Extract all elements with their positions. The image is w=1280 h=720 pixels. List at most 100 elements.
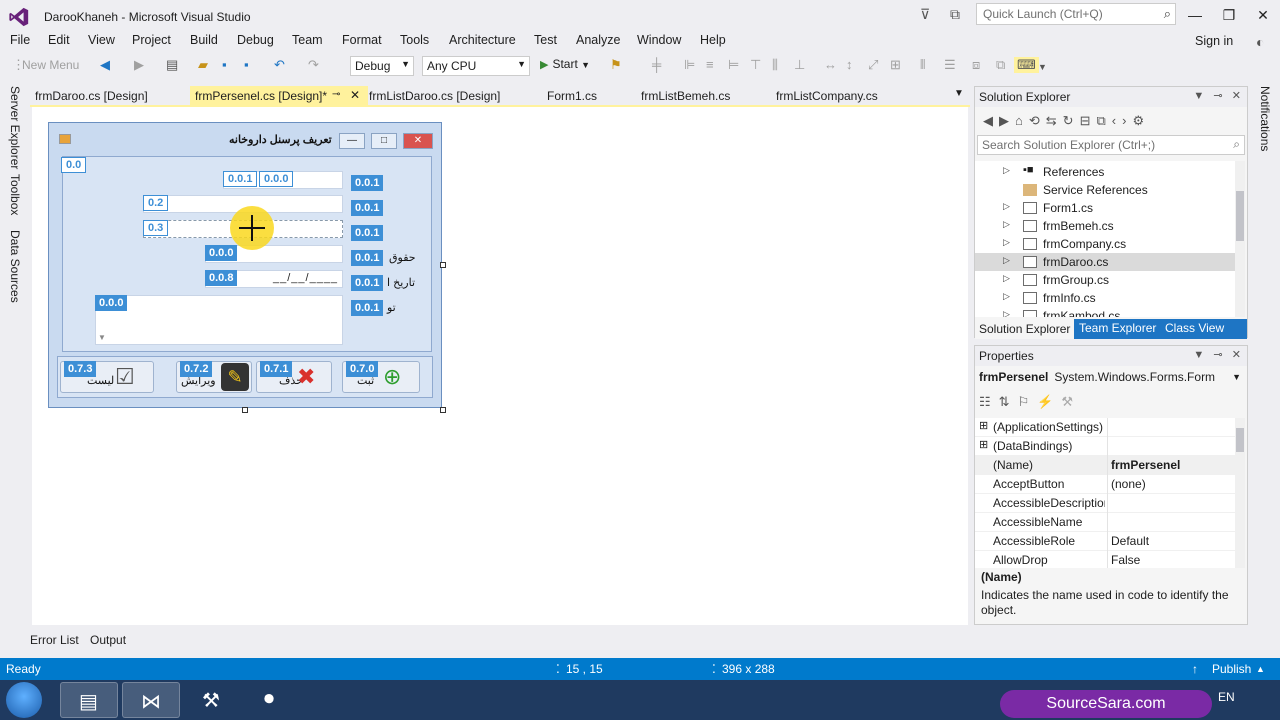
center-horizontally-icon[interactable]: ⧈ [972, 57, 980, 73]
expand-arrow-icon[interactable]: ▷ [1003, 201, 1010, 212]
tab-order-badge[interactable]: 0.0.0 [205, 245, 238, 261]
menu-format[interactable]: Format [342, 33, 382, 47]
tab-team-explorer[interactable]: Team Explorer [1075, 321, 1160, 335]
expand-arrow-icon[interactable]: ▷ [1003, 165, 1010, 176]
tab-order-badge[interactable]: 0.0.0 [95, 295, 128, 311]
tools-taskbar-button[interactable]: ⚒ [184, 682, 242, 718]
minimize-button[interactable]: — [1180, 4, 1210, 26]
tree-item-frmdaroo[interactable]: ▷ frmDaroo.cs [975, 253, 1237, 271]
expand-arrow-icon[interactable]: ▷ [1003, 255, 1010, 266]
start-debugging-button[interactable]: ▶ Start ▼ [540, 57, 590, 71]
new-project-icon[interactable]: ▤ [166, 57, 178, 73]
menu-debug[interactable]: Debug [237, 33, 274, 47]
center-vertically-icon[interactable]: ⧉ [996, 57, 1005, 73]
tab-order-badge[interactable]: 0.0.1 [351, 200, 384, 216]
property-grid-scrollbar[interactable] [1235, 418, 1245, 568]
scroll-down-icon[interactable]: ▼ [98, 333, 106, 342]
expand-arrow-icon[interactable]: ▷ [1003, 237, 1010, 248]
tab-order-badge[interactable]: 0.0.1 [351, 175, 384, 191]
pin-icon[interactable]: ⊸ [332, 89, 340, 100]
align-bottoms-icon[interactable]: ⊥ [794, 57, 805, 73]
back-icon[interactable]: ◀ [983, 113, 999, 128]
events-icon[interactable]: ⚡ [1037, 394, 1061, 409]
tree-item-frmbemeh[interactable]: ▷ frmBemeh.cs [975, 217, 1237, 235]
restore-button[interactable]: ❐ [1214, 4, 1244, 26]
chevron-up-icon[interactable]: ▲ [1256, 664, 1265, 674]
menu-file[interactable]: File [10, 33, 30, 47]
scrollbar-thumb[interactable] [1236, 191, 1244, 241]
tab-order-badge[interactable]: 0.0.1 [223, 171, 258, 187]
vertical-spacing-icon[interactable]: ☰ [944, 57, 956, 73]
tab-order-badge[interactable]: 0.0.0 [259, 171, 294, 187]
platform-select[interactable]: Any CPU ▼ [422, 56, 530, 76]
panel-window-controls[interactable]: ▼ ⊸ ✕ [1193, 348, 1241, 361]
resize-handle[interactable] [440, 262, 446, 268]
recorder-taskbar-button[interactable]: ⏺ [246, 682, 304, 718]
form-maximize-button[interactable]: □ [371, 133, 397, 149]
tab-order-badge[interactable]: 0.7.3 [64, 361, 97, 377]
home-icon[interactable]: ⌂ [1015, 113, 1029, 128]
history-icon[interactable]: ⟲ [1029, 113, 1046, 128]
data-sources-tab[interactable]: Data Sources [8, 230, 22, 303]
save-icon[interactable]: ▪ [222, 57, 227, 72]
tab-order-badge[interactable]: 0.7.1 [260, 361, 293, 377]
file-explorer-taskbar-button[interactable]: ▤ [60, 682, 118, 718]
menu-project[interactable]: Project [132, 33, 171, 47]
account-icon[interactable]: ◐ [1256, 34, 1264, 50]
properties-icon[interactable]: ⚙ [1132, 113, 1150, 128]
tab-order-badge[interactable]: 0.0.1 [351, 300, 384, 316]
property-row[interactable]: ⊞ (DataBindings) [975, 437, 1237, 456]
input-language[interactable]: EN [1218, 690, 1235, 704]
tab-frmlistbemeh[interactable]: frmListBemeh.cs [636, 86, 735, 106]
properties-view-icon[interactable]: ⚐ [1018, 394, 1038, 409]
tab-frmlistdaroo-design[interactable]: frmListDaroo.cs [Design] [364, 86, 505, 106]
form-close-button[interactable]: ✕ [403, 133, 433, 149]
horizontal-spacing-icon[interactable]: ⫴ [920, 57, 925, 73]
property-pages-icon[interactable]: ⚒ [1061, 394, 1081, 409]
fields-group-box[interactable]: 0.0 0.0.1 0.0.0 0.2 0.3 0.0.0 __/__/____… [61, 156, 432, 352]
property-row[interactable]: AcceptButton (none) [975, 475, 1237, 494]
sync-icon[interactable]: ⇆ [1046, 113, 1063, 128]
view-code-icon[interactable]: ‹› [1112, 113, 1133, 128]
property-row[interactable]: (Name) frmPersenel [975, 456, 1237, 475]
property-value[interactable]: Default [1111, 534, 1149, 548]
property-row[interactable]: AccessibleDescriptior [975, 494, 1237, 513]
tree-item-references[interactable]: ▷ ▪■ References [975, 163, 1237, 181]
panel-window-controls[interactable]: ▼ ⊸ ✕ [1193, 89, 1241, 102]
size-to-grid-icon[interactable]: ⊞ [890, 57, 901, 73]
property-row[interactable]: ⊞ (ApplicationSettings) [975, 418, 1237, 437]
tab-order-badge[interactable]: 0.7.2 [180, 361, 213, 377]
property-row[interactable]: AccessibleName [975, 513, 1237, 532]
show-all-files-icon[interactable]: ⧉ [1096, 113, 1111, 128]
tab-form1[interactable]: Form1.cs [542, 86, 602, 106]
scrollbar-thumb[interactable] [1236, 428, 1244, 452]
expand-arrow-icon[interactable]: ▷ [1003, 291, 1010, 302]
forward-icon[interactable]: ▶ [999, 113, 1015, 128]
tab-order-badge[interactable]: 0.0 [61, 157, 87, 173]
search-icon[interactable]: ⌕ [1233, 137, 1240, 152]
solution-config-select[interactable]: Debug ▼ [350, 56, 414, 76]
tab-class-view[interactable]: Class View [1161, 321, 1228, 335]
windows-start-icon[interactable] [6, 682, 42, 718]
designed-form[interactable]: تعریف پرسنل داروخانه — □ ✕ 0.0 0.0.1 0.0… [48, 122, 442, 408]
notifications-tab[interactable]: Notifications [1258, 86, 1272, 151]
property-value[interactable]: False [1111, 553, 1140, 567]
align-centers-icon[interactable]: ≡ [706, 57, 714, 72]
tree-item-form1[interactable]: ▷ Form1.cs [975, 199, 1237, 217]
align-rights-icon[interactable]: ⊨ [728, 57, 739, 73]
property-row[interactable]: AllowDrop False [975, 551, 1237, 568]
close-tab-icon[interactable]: ✕ [350, 88, 360, 102]
tab-overflow-icon[interactable]: ▼ [954, 88, 964, 99]
solution-tree-scrollbar[interactable] [1235, 161, 1245, 317]
new-menu-button[interactable]: New Menu [22, 58, 79, 72]
open-file-icon[interactable]: ▰ [198, 57, 208, 73]
tab-order-badge[interactable]: 0.7.0 [346, 361, 379, 377]
align-tops-icon[interactable]: ⊤ [750, 57, 761, 73]
menu-tools[interactable]: Tools [400, 33, 429, 47]
refresh-icon[interactable]: ↻ [1063, 113, 1080, 128]
alphabetical-icon[interactable]: ⇅ [999, 394, 1018, 409]
property-value[interactable]: (none) [1111, 477, 1146, 491]
tab-solution-explorer[interactable]: Solution Explorer [975, 319, 1075, 339]
property-grid-divider[interactable] [1107, 418, 1108, 568]
tab-order-badge[interactable]: 0.2 [143, 195, 169, 211]
